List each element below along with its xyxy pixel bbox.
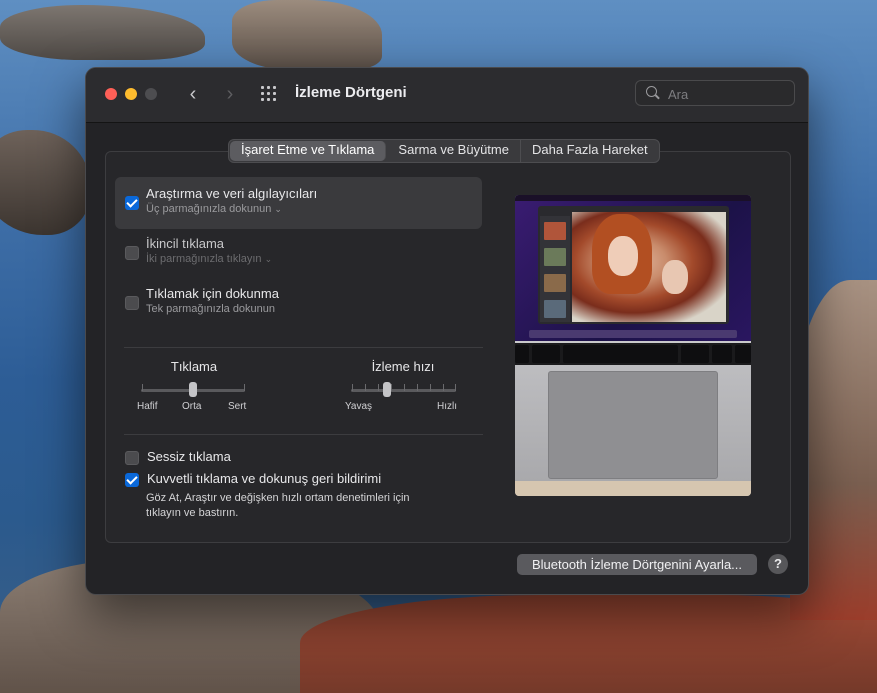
preview-key [515,345,529,363]
silent-click-label: Sessiz tıklama [147,449,231,464]
slider-tick [417,384,418,391]
divider [124,434,483,435]
zoom-button[interactable] [145,88,157,100]
slider-tick [352,384,353,391]
bluetooth-trackpad-setup-button[interactable]: Bluetooth İzleme Dörtgenini Ayarla... [517,554,757,575]
search-input[interactable] [666,85,790,103]
close-button[interactable] [105,88,117,100]
slider-tick [430,384,431,391]
preview-key [681,345,709,363]
preview-sidebar [540,216,570,322]
option-secondary-click[interactable]: İkincil tıklama İki parmağınızla tıklayı… [115,227,482,279]
option-lookup-data-detectors[interactable]: Araştırma ve veri algılayıcıları Üç parm… [115,177,482,229]
checkbox-unchecked[interactable] [125,246,139,260]
option-subtitle: İki parmağınızla tıklayın [146,253,262,265]
tracking-slider-min-label: Yavaş [345,401,373,412]
chevron-left-icon[interactable]: ‹ [182,82,204,106]
slider-tick [244,384,245,391]
silent-click-option[interactable]: Sessiz tıklama [125,449,231,465]
preview-photo [572,212,726,322]
force-click-description: Göz At, Araştır ve değişken hızlı ortam … [146,492,410,519]
help-button[interactable]: ? [768,554,788,574]
slider-tick [365,384,366,391]
titlebar: ‹ › İzleme Dörtgeni [86,68,808,123]
preview-photo-detail [608,236,638,276]
click-slider-max-label: Sert [228,401,247,412]
search-field[interactable] [635,80,795,106]
option-tap-to-click[interactable]: Tıklamak için dokunma Tek parmağınızla d… [115,277,482,329]
click-slider-label: Tıklama [170,359,218,374]
slider-tick [391,384,392,391]
preview-trackpad [548,371,718,479]
option-subtitle: Üç parmağınızla dokunun [146,203,272,215]
preview-table [515,481,751,496]
chevron-right-icon[interactable]: › [219,82,241,106]
preview-dock [529,330,737,338]
preview-key [712,345,732,363]
wallpaper-rock [0,130,90,235]
preview-thumbnail [544,222,566,240]
preview-key [735,345,751,363]
window-title: İzleme Dörtgeni [295,84,407,101]
gesture-preview-image [515,195,751,496]
click-slider-mid-label: Orta [182,401,202,412]
option-title: İkincil tıklama [146,236,225,251]
tab-bar: İşaret Etme ve Tıklama Sarma ve Büyütme … [228,139,660,163]
preview-photo-detail [662,260,688,294]
slider-tick [378,384,379,391]
checkbox-checked[interactable] [125,196,139,210]
slider-tick [455,384,456,391]
preview-key [532,345,560,363]
preview-thumbnail [544,274,566,292]
click-slider-knob[interactable] [189,382,197,397]
tracking-slider-label: İzleme hızı [371,359,435,374]
checkbox-checked[interactable] [125,473,139,487]
checkbox-unchecked[interactable] [125,296,139,310]
click-slider-min-label: Hafif [137,401,158,412]
tab-scroll-zoom[interactable]: Sarma ve Büyütme [387,140,521,162]
option-gesture-dropdown[interactable]: İki parmağınızla tıklayın ⌄ [146,253,272,265]
grid-icon[interactable] [261,86,279,102]
preview-thumbnail [544,300,566,318]
option-gesture-dropdown[interactable]: Üç parmağınızla dokunun ⌄ [146,203,282,215]
tab-more-gestures[interactable]: Daha Fazla Hareket [521,140,659,162]
wallpaper-rock [0,5,205,60]
option-subtitle: Tek parmağınızla dokunun [146,303,276,315]
divider [124,347,483,348]
slider-tick [443,384,444,391]
search-icon [646,86,657,97]
preview-app-window [538,206,729,324]
force-click-label: Kuvvetli tıklama ve dokunuş geri bildiri… [147,471,382,486]
tab-point-click[interactable]: İşaret Etme ve Tıklama [230,141,387,161]
preview-laptop-screen [515,195,751,341]
wallpaper-rock [232,0,382,70]
chevron-down-icon: ⌄ [274,204,282,214]
preferences-window: ‹ › İzleme Dörtgeni İşaret Etme ve Tıkla… [85,67,809,595]
force-click-option[interactable]: Kuvvetli tıklama ve dokunuş geri bildiri… [125,471,382,487]
minimize-button[interactable] [125,88,137,100]
checkbox-unchecked[interactable] [125,451,139,465]
preview-thumbnail [544,248,566,266]
tracking-slider-max-label: Hızlı [437,401,457,412]
chevron-down-icon: ⌄ [264,254,273,264]
slider-tick [142,384,143,391]
slider-tick [404,384,405,391]
preview-keyboard [515,343,751,365]
option-title: Araştırma ve veri algılayıcıları [146,186,318,201]
preview-spacebar [563,345,678,363]
preview-menubar [515,195,751,201]
tracking-slider-knob[interactable] [383,382,391,397]
option-title: Tıklamak için dokunma [146,286,279,301]
